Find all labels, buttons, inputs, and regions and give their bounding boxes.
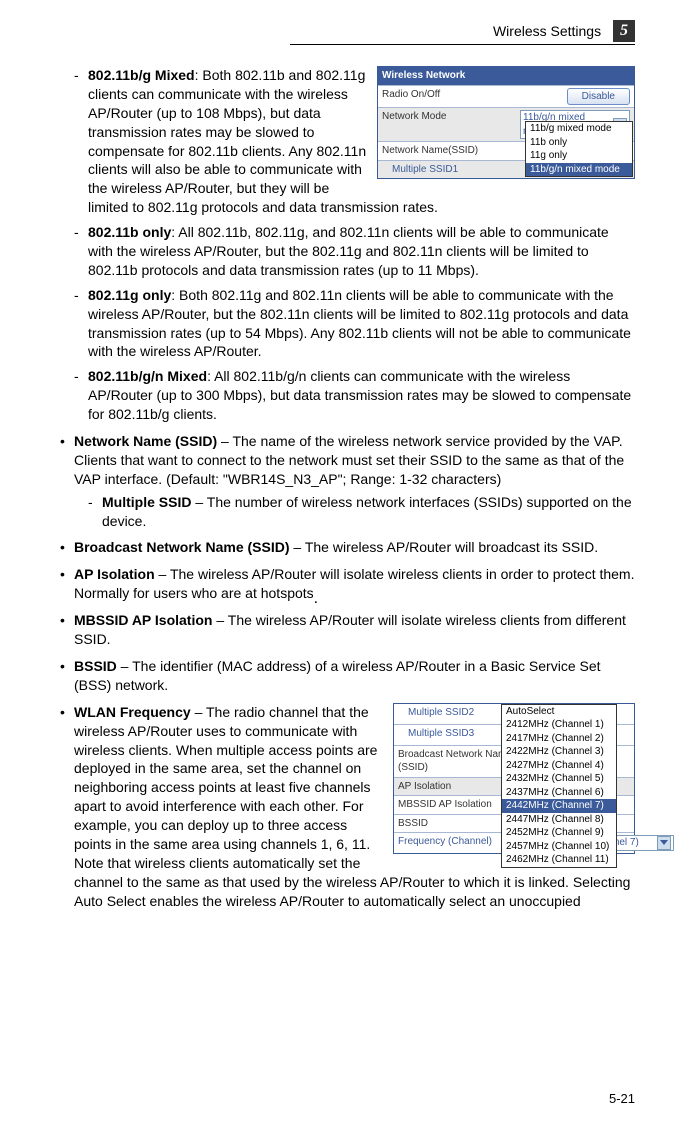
dd-option[interactable]: 2452MHz (Channel 9) <box>502 826 616 840</box>
mode-bgnmixed: 802.11b/g/n Mixed: All 802.11b/g/n clien… <box>60 367 635 424</box>
network-mode-options[interactable]: 11b/g mixed mode 11b only 11g only 11b/g… <box>525 121 633 177</box>
frequency-panel: AutoSelect 2412MHz (Channel 1) 2417MHz (… <box>393 703 635 855</box>
dd-option[interactable]: 2457MHz (Channel 10) <box>502 840 616 854</box>
dd-option-selected[interactable]: 11b/g/n mixed mode <box>526 163 632 177</box>
dd-option[interactable]: 11g only <box>526 149 632 163</box>
dd-option[interactable]: 2462MHz (Channel 11) <box>502 853 616 867</box>
item-mbssid: MBSSID AP Isolation – The wireless AP/Ro… <box>60 611 635 649</box>
page-number: 5-21 <box>609 1090 635 1108</box>
dd-option[interactable]: 2432MHz (Channel 5) <box>502 772 616 786</box>
header-title: Wireless Settings <box>493 22 601 41</box>
item-freq: AutoSelect 2412MHz (Channel 1) 2417MHz (… <box>60 703 635 911</box>
item-broadcast: Broadcast Network Name (SSID) – The wire… <box>60 538 635 557</box>
chevron-down-icon <box>657 836 671 850</box>
dd-option[interactable]: 2412MHz (Channel 1) <box>502 718 616 732</box>
chapter-number: 5 <box>613 20 635 42</box>
item-multssid: Multiple SSID – The number of wireless n… <box>74 493 635 531</box>
dd-option[interactable]: 2422MHz (Channel 3) <box>502 745 616 759</box>
dd-option[interactable]: 2417MHz (Channel 2) <box>502 732 616 746</box>
dd-option[interactable]: 11b only <box>526 136 632 150</box>
item-bssid: BSSID – The identifier (MAC address) of … <box>60 657 635 695</box>
dd-option[interactable]: 2447MHz (Channel 8) <box>502 813 616 827</box>
dd-option[interactable]: 2437MHz (Channel 6) <box>502 786 616 800</box>
dd-option[interactable]: 11b/g mixed mode <box>526 122 632 136</box>
dd-option[interactable]: AutoSelect <box>502 705 616 719</box>
mode-gonly: 802.11g only: Both 802.11g and 802.11n c… <box>60 286 635 362</box>
item-ssid: Network Name (SSID) – The name of the wi… <box>60 432 635 530</box>
mode-bonly: 802.11b only: All 802.11b, 802.11g, and … <box>60 223 635 280</box>
dd-option-selected[interactable]: 2442MHz (Channel 7) <box>502 799 616 813</box>
page-header: Wireless Settings 5 <box>60 20 635 52</box>
channel-options[interactable]: AutoSelect 2412MHz (Channel 1) 2417MHz (… <box>501 704 617 868</box>
item-apiso: AP Isolation – The wireless AP/Router wi… <box>60 565 635 603</box>
dd-option[interactable]: 2427MHz (Channel 4) <box>502 759 616 773</box>
